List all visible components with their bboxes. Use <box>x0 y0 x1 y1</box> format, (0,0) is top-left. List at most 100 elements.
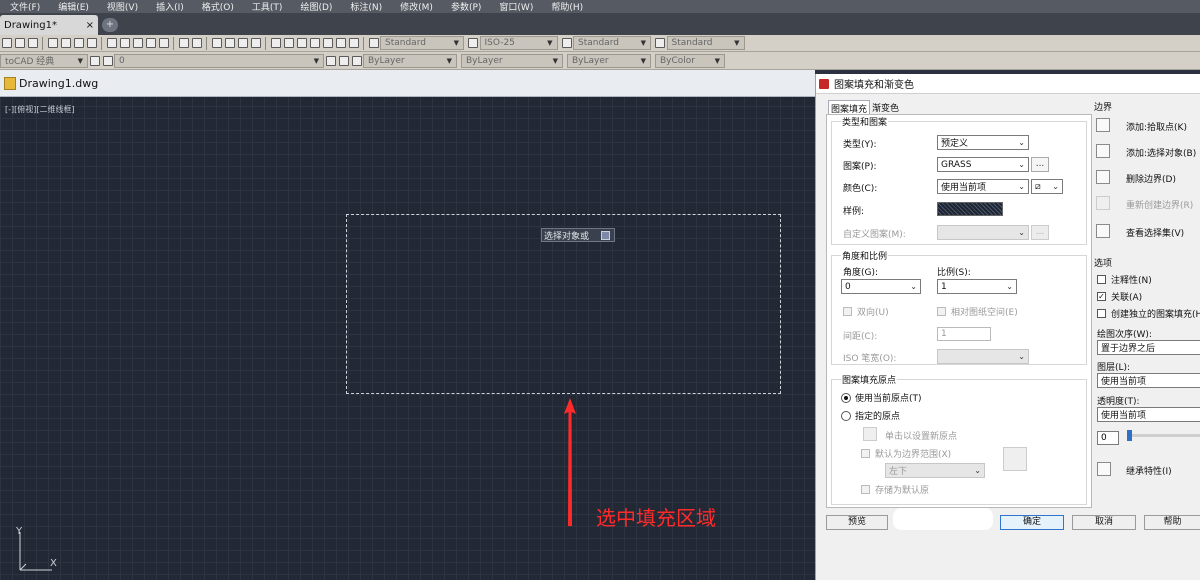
transparency-slider-track[interactable] <box>1127 434 1200 437</box>
zoom-realtime-icon[interactable] <box>224 38 235 48</box>
dim-style-select[interactable]: ISO-25 ▼ <box>479 36 558 50</box>
redo-icon[interactable] <box>191 38 202 48</box>
default-extents-checkbox[interactable] <box>861 449 870 458</box>
menu-parametric[interactable]: 参数(P) <box>451 0 481 13</box>
background-color-select[interactable]: ⧄ ⌄ <box>1031 179 1063 194</box>
transparency-number-input[interactable]: 0 <box>1097 431 1119 445</box>
pattern-swatch[interactable] <box>937 202 1003 216</box>
store-default-checkbox[interactable] <box>861 485 870 494</box>
drawing-canvas[interactable]: Drawing1.dwg [-][俯视][二维线框] 选择对象或 选中填充区域 … <box>0 70 815 580</box>
zoom-window-icon[interactable] <box>237 38 248 48</box>
ok-button[interactable]: 确定 <box>1000 515 1064 530</box>
cut-icon[interactable] <box>106 38 117 48</box>
remove-boundaries-icon[interactable] <box>1096 170 1110 184</box>
options-arrow-icon[interactable] <box>601 230 611 240</box>
calculator-icon[interactable] <box>335 38 346 48</box>
custom-pattern-browse-button[interactable]: ... <box>1031 225 1049 240</box>
layer-select[interactable]: 0 ▼ <box>114 53 324 68</box>
markup-icon[interactable] <box>322 38 333 48</box>
transparency-slider-thumb[interactable] <box>1127 430 1132 441</box>
scale-select[interactable]: 1 ⌄ <box>937 279 1017 294</box>
menu-file[interactable]: 文件(F) <box>10 0 40 13</box>
transparency-select[interactable]: 使用当前项 <box>1097 407 1200 422</box>
pan-icon[interactable] <box>211 38 222 48</box>
properties-icon[interactable] <box>270 38 281 48</box>
new-file-icon[interactable] <box>1 38 12 48</box>
copy-icon[interactable] <box>119 38 130 48</box>
close-tab-icon[interactable]: × <box>86 20 94 31</box>
pattern-browse-button[interactable]: ... <box>1031 157 1049 172</box>
help-icon[interactable] <box>348 38 359 48</box>
save-icon[interactable] <box>27 38 38 48</box>
new-tab-button[interactable]: + <box>102 18 118 32</box>
spacing-input[interactable]: 1 <box>937 327 991 341</box>
custom-pattern-select[interactable]: ⌄ <box>937 225 1029 240</box>
publish-icon[interactable] <box>73 38 84 48</box>
hatch-color-select[interactable]: 使用当前项 ⌄ <box>937 179 1029 194</box>
use-current-origin-radio[interactable] <box>841 393 851 403</box>
remove-boundaries-button[interactable]: 删除边界(D) <box>1126 172 1176 185</box>
zoom-previous-icon[interactable] <box>250 38 261 48</box>
undo-icon[interactable] <box>178 38 189 48</box>
open-file-icon[interactable] <box>14 38 25 48</box>
associative-checkbox[interactable]: ✓ <box>1097 292 1106 301</box>
menu-help[interactable]: 帮助(H) <box>551 0 583 13</box>
design-center-icon[interactable] <box>283 38 294 48</box>
workspace-settings-icon[interactable] <box>89 55 100 66</box>
make-current-layer-icon[interactable] <box>325 55 336 66</box>
block-editor-icon[interactable] <box>158 38 169 48</box>
separate-hatches-checkbox[interactable] <box>1097 309 1106 318</box>
angle-select[interactable]: 0 ⌄ <box>841 279 921 294</box>
recreate-boundary-button[interactable]: 重新创建边界(R) <box>1126 198 1193 211</box>
iso-pen-select[interactable]: ⌄ <box>937 349 1029 364</box>
menu-dimension[interactable]: 标注(N) <box>350 0 382 13</box>
print-preview-icon[interactable] <box>60 38 71 48</box>
view-selections-button[interactable]: 查看选择集(V) <box>1126 226 1184 239</box>
view-selections-icon[interactable] <box>1096 224 1110 238</box>
print-icon[interactable] <box>47 38 58 48</box>
menu-insert[interactable]: 插入(I) <box>156 0 184 13</box>
specified-origin-radio[interactable] <box>841 411 851 421</box>
sheet-set-icon[interactable] <box>309 38 320 48</box>
menu-edit[interactable]: 编辑(E) <box>58 0 89 13</box>
hatch-layer-select[interactable]: 使用当前项 <box>1097 373 1200 388</box>
layer-previous-icon[interactable] <box>338 55 349 66</box>
type-select[interactable]: 预定义 ⌄ <box>937 135 1029 150</box>
3d-dwf-icon[interactable] <box>86 38 97 48</box>
help-button[interactable]: 帮助 <box>1144 515 1200 530</box>
linetype-select[interactable]: ByLayer ▼ <box>461 53 563 68</box>
inherit-properties-button[interactable]: 继承特性(I) <box>1126 464 1172 477</box>
paste-icon[interactable] <box>132 38 143 48</box>
lineweight-select[interactable]: ByLayer ▼ <box>567 53 651 68</box>
tool-palettes-icon[interactable] <box>296 38 307 48</box>
relative-paper-checkbox[interactable] <box>937 307 946 316</box>
recreate-boundary-icon[interactable] <box>1096 196 1110 210</box>
pattern-select[interactable]: GRASS ⌄ <box>937 157 1029 172</box>
menu-view[interactable]: 视图(V) <box>107 0 138 13</box>
color-select[interactable]: ByLayer ▼ <box>363 53 457 68</box>
double-checkbox[interactable] <box>843 307 852 316</box>
plotstyle-select[interactable]: ByColor ▼ <box>655 53 725 68</box>
add-select-objects-icon[interactable] <box>1096 144 1110 158</box>
add-pick-points-button[interactable]: 添加:拾取点(K) <box>1126 120 1187 133</box>
set-origin-icon[interactable] <box>863 427 877 441</box>
add-select-objects-button[interactable]: 添加:选择对象(B) <box>1126 146 1196 159</box>
menu-format[interactable]: 格式(O) <box>202 0 234 13</box>
tab-hatch[interactable]: 图案填充 <box>828 100 871 115</box>
text-style-select[interactable]: Standard ▼ <box>380 36 464 50</box>
annotative-checkbox[interactable] <box>1097 275 1106 284</box>
workspace-select[interactable]: toCAD 经典 ▼ <box>0 53 88 68</box>
menu-window[interactable]: 窗口(W) <box>499 0 533 13</box>
add-pick-points-icon[interactable] <box>1096 118 1110 132</box>
match-properties-icon[interactable] <box>145 38 156 48</box>
menu-draw[interactable]: 绘图(D) <box>300 0 332 13</box>
tab-gradient[interactable]: 渐变色 <box>870 100 901 114</box>
layer-properties-icon[interactable] <box>102 55 113 66</box>
table-style-select[interactable]: Standard ▼ <box>573 36 651 50</box>
cancel-button[interactable]: 取消 <box>1072 515 1136 530</box>
viewport-controls[interactable]: [-][俯视][二维线框] <box>5 104 75 115</box>
extents-position-select[interactable]: 左下 ⌄ <box>885 463 985 478</box>
inherit-properties-icon[interactable] <box>1097 462 1111 476</box>
preview-button[interactable]: 预览 <box>826 515 888 530</box>
mleader-style-select[interactable]: Standard ▼ <box>666 36 745 50</box>
